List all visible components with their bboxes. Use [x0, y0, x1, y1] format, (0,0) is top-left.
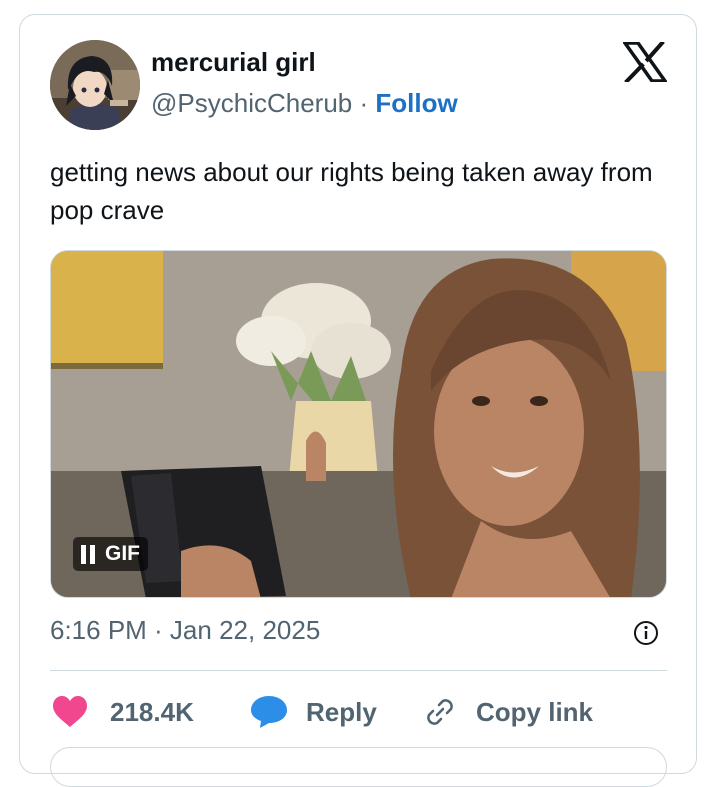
pause-icon	[81, 544, 95, 564]
divider	[50, 670, 667, 671]
reply-bubble-icon	[251, 696, 287, 728]
author-handle-row: @PsychicCherub · Follow	[151, 88, 458, 119]
gif-pause-badge[interactable]: GIF	[73, 537, 148, 571]
avatar-illustration	[50, 40, 140, 130]
like-count: 218.4K	[110, 696, 194, 727]
tweet-timestamp[interactable]: 6:16 PM · Jan 22, 2025	[50, 615, 320, 646]
separator-dot: ·	[359, 88, 369, 118]
action-bar: 218.4K Reply Copy link	[50, 690, 680, 734]
follow-link[interactable]: Follow	[375, 88, 457, 118]
reply-label: Reply	[306, 696, 377, 727]
like-button[interactable]: 218.4K	[52, 690, 194, 734]
gif-label: GIF	[105, 542, 140, 565]
read-replies-button[interactable]	[50, 747, 667, 787]
copy-link-button[interactable]: Copy link	[422, 690, 593, 734]
gif-media[interactable]: GIF	[50, 250, 667, 598]
heart-icon	[53, 696, 87, 727]
avatar[interactable]	[50, 40, 140, 130]
tweet-text: getting news about our rights being take…	[50, 157, 653, 225]
link-icon	[427, 699, 453, 725]
author-handle[interactable]: @PsychicCherub	[151, 88, 352, 118]
x-logo-icon[interactable]	[621, 40, 669, 84]
info-icon[interactable]	[633, 620, 659, 646]
reply-button[interactable]: Reply	[250, 690, 377, 734]
copy-link-label: Copy link	[476, 696, 594, 727]
author-display-name[interactable]: mercurial girl	[151, 47, 316, 78]
